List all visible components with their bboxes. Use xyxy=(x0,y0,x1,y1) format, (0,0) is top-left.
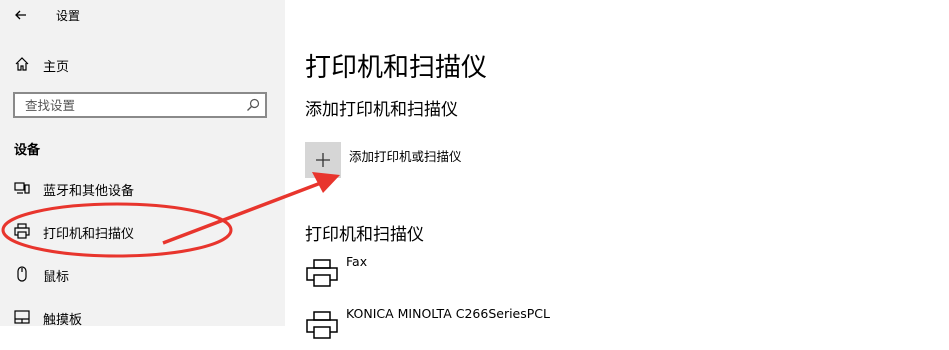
mouse-icon xyxy=(17,266,27,282)
add-printer-label[interactable]: 添加打印机或扫描仪 xyxy=(349,146,462,165)
printer-icon xyxy=(306,259,338,287)
page-title: 打印机和扫描仪 xyxy=(305,53,488,83)
sidebar-item-label: 打印机和扫描仪 xyxy=(43,227,135,242)
search-box[interactable] xyxy=(13,92,267,118)
home-icon xyxy=(15,57,29,71)
back-button[interactable] xyxy=(11,5,31,25)
printer-name: KONICA MINOLTA C266SeriesPCL xyxy=(346,306,550,321)
sidebar-item-label: 蓝牙和其他设备 xyxy=(43,184,135,199)
sidebar-item-home[interactable]: 主页 xyxy=(0,46,285,82)
sidebar: 设置 主页 设备 蓝牙和其他设备 打印机和扫描仪 xyxy=(0,0,285,328)
sidebar-item-label: 触摸板 xyxy=(43,313,83,328)
plus-icon xyxy=(316,153,330,167)
add-printers-heading: 添加打印机和扫描仪 xyxy=(305,100,458,120)
devices-icon xyxy=(14,182,30,194)
sidebar-item-bluetooth-devices[interactable]: 蓝牙和其他设备 xyxy=(0,170,285,206)
printer-item-konica[interactable]: KONICA MINOLTA C266SeriesPCL xyxy=(305,306,805,350)
sidebar-item-printers-scanners[interactable]: 打印机和扫描仪 xyxy=(0,213,285,249)
title-bar: 设置 xyxy=(0,0,285,30)
window-title: 设置 xyxy=(56,9,81,23)
printer-name: Fax xyxy=(346,254,368,269)
printer-icon xyxy=(14,223,30,239)
sidebar-item-label: 主页 xyxy=(43,60,70,75)
section-title-devices: 设备 xyxy=(14,143,41,158)
sidebar-item-mouse[interactable]: 鼠标 xyxy=(0,256,285,292)
search-icon[interactable] xyxy=(245,97,261,113)
printer-item-fax[interactable]: Fax xyxy=(305,254,805,298)
main-content: 打印机和扫描仪 添加打印机和扫描仪 添加打印机或扫描仪 打印机和扫描仪 Fax … xyxy=(285,0,949,339)
sidebar-item-label: 鼠标 xyxy=(43,270,70,285)
printers-list-heading: 打印机和扫描仪 xyxy=(305,225,424,245)
sidebar-item-touchpad[interactable]: 触摸板 xyxy=(0,299,285,335)
back-arrow-icon xyxy=(15,10,26,20)
search-input[interactable] xyxy=(15,94,245,116)
touchpad-icon xyxy=(14,310,30,324)
printer-icon xyxy=(306,311,338,339)
add-printer-button[interactable] xyxy=(305,142,341,178)
